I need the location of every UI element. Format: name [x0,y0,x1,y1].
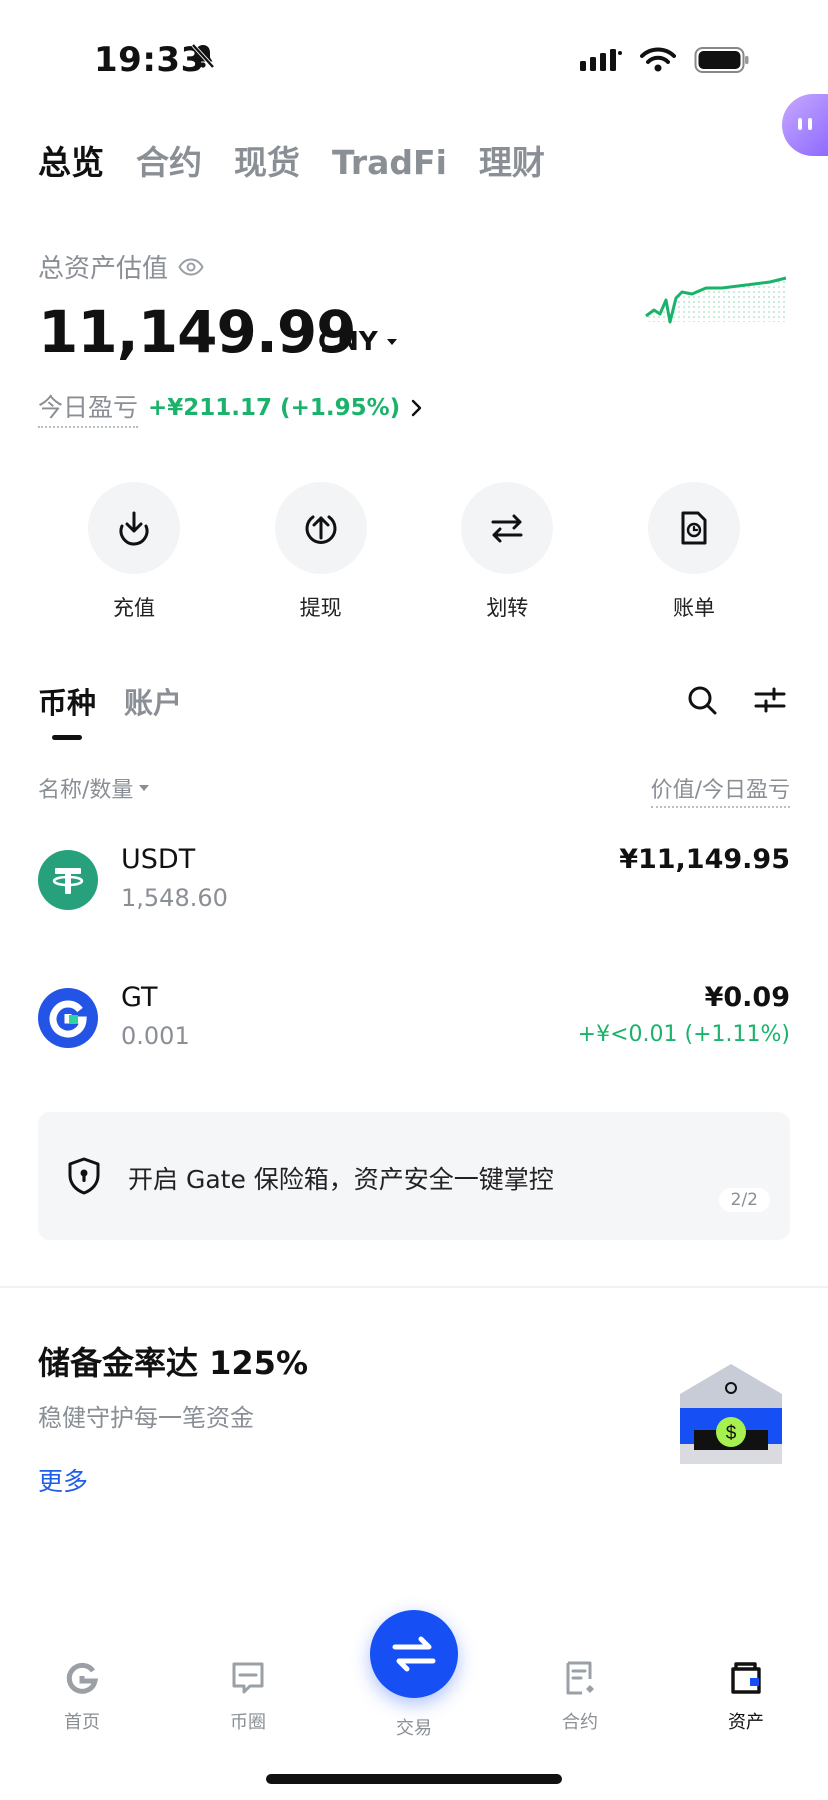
tab-currency[interactable]: 币种 [38,680,96,722]
statement-button[interactable]: 账单 [604,482,784,622]
filter-settings-icon[interactable] [754,686,786,714]
coin-value: ¥0.09 [704,982,790,1013]
deposit-icon-circle [88,482,180,574]
caret-down-icon [386,339,397,345]
column-name-label: 名称/数量 [38,778,134,803]
wallet-icon [731,1662,761,1694]
today-pnl-row[interactable]: 今日盈亏 +¥211.17 (+1.95%) [38,388,424,428]
list-tab-bar: 币种 账户 [38,680,182,722]
banner-text: 开启 Gate 保险箱，资产安全一键掌控 [128,1165,554,1194]
nav-assets-label: 资产 [728,1712,764,1733]
deposit-button[interactable]: 充值 [44,482,224,622]
reserve-subtitle: 稳健守护每一笔资金 [38,1404,254,1432]
gate-logo [49,1000,87,1038]
nav-contract-label: 合约 [562,1712,598,1733]
tab-tradfi[interactable]: TradFi [332,143,447,182]
nav-trade-label: 交易 [396,1718,432,1739]
coin-value: ¥11,149.95 [619,844,790,875]
statement-icon [681,511,707,545]
nav-home-label: 首页 [64,1712,100,1733]
community-chat-icon [232,1662,264,1694]
nav-assets[interactable]: 资产 [686,1660,806,1734]
total-asset-value: 11,149.99 [38,298,357,366]
home-gate-icon [66,1662,99,1694]
nav-home[interactable]: 首页 [22,1660,142,1734]
reserve-ratio-title: 储备金率达 125% [38,1344,309,1382]
transfer-icon-circle [461,482,554,574]
quick-actions: 充值 提现 划转 账单 [44,482,784,622]
transfer-label: 划转 [486,596,529,620]
home-indicator [266,1774,562,1784]
assistant-bubble[interactable] [782,94,828,156]
tab-finance[interactable]: 理财 [479,136,545,184]
statement-icon-circle [647,482,740,574]
tab-overview[interactable]: 总览 [38,136,104,184]
bank-vault-illustration: $ [680,1364,782,1464]
active-tab-indicator [52,735,82,740]
reserve-more-link[interactable]: 更多 [38,1462,88,1498]
cellular-signal-icon [580,49,622,71]
deposit-icon [119,511,149,546]
eye-icon[interactable] [178,257,204,276]
sort-by-name[interactable]: 名称/数量 [38,772,150,804]
tether-logo [52,868,84,894]
status-time: 19:33 [94,40,205,80]
nav-community-label: 币圈 [230,1712,266,1733]
deposit-label: 充值 [113,596,155,620]
total-asset-label: 总资产估值 [38,248,204,285]
coin-amount: 1,548.60 [121,884,228,912]
gt-coin-icon [38,988,98,1048]
today-pnl-value: +¥211.17 (+1.95%) [148,395,401,421]
nav-community[interactable]: 币圈 [188,1660,308,1734]
withdraw-label: 提现 [299,596,342,620]
svg-text:$: $ [726,1423,737,1444]
search-icon[interactable] [686,684,718,716]
chevron-right-icon [411,399,422,417]
coin-amount: 0.001 [121,1022,190,1050]
transfer-icon [491,514,523,543]
withdraw-icon-circle [274,482,367,574]
shield-icon [68,1157,100,1195]
coin-change: +¥<0.01 (+1.11%) [577,1022,790,1047]
bell-muted-icon [191,43,215,69]
battery-icon [694,47,749,73]
currency-selector[interactable]: CNY [318,327,398,357]
wifi-icon [640,47,676,72]
withdraw-icon [305,515,337,544]
vault-banner[interactable]: 开启 Gate 保险箱，资产安全一键掌控 2/2 [38,1112,790,1240]
usdt-coin-icon [38,850,98,910]
sort-caret-icon [139,784,150,791]
contract-doc-icon [566,1661,594,1695]
currency-unit: CNY [318,327,378,357]
nav-contract[interactable]: 合约 [520,1660,640,1734]
tab-spot[interactable]: 现货 [234,136,300,184]
tab-contract[interactable]: 合约 [136,136,202,184]
coin-name: GT [121,982,158,1013]
banner-page-indicator: 2/2 [718,1188,770,1212]
assistant-icon [798,118,812,130]
trade-button[interactable] [370,1610,458,1698]
withdraw-button[interactable]: 提现 [231,482,411,622]
swap-arrows-icon [392,1636,436,1672]
coin-name: USDT [121,844,196,875]
list-item[interactable]: GT 0.001 ¥0.09 +¥<0.01 (+1.11%) [38,982,790,1062]
column-value-label[interactable]: 价值/今日盈亏 [650,772,790,808]
list-item[interactable]: USDT 1,548.60 ¥11,149.95 [38,844,790,924]
top-tab-bar: 总览 合约 现货 TradFi 理财 [38,136,545,184]
status-indicators [580,46,750,74]
today-pnl-label: 今日盈亏 [38,388,139,428]
tab-account[interactable]: 账户 [124,680,182,722]
section-divider [0,1286,828,1288]
statement-label: 账单 [672,596,715,620]
total-asset-label-text: 总资产估值 [38,254,169,284]
transfer-button[interactable]: 划转 [417,482,597,622]
asset-trend-sparkline[interactable] [642,270,790,336]
